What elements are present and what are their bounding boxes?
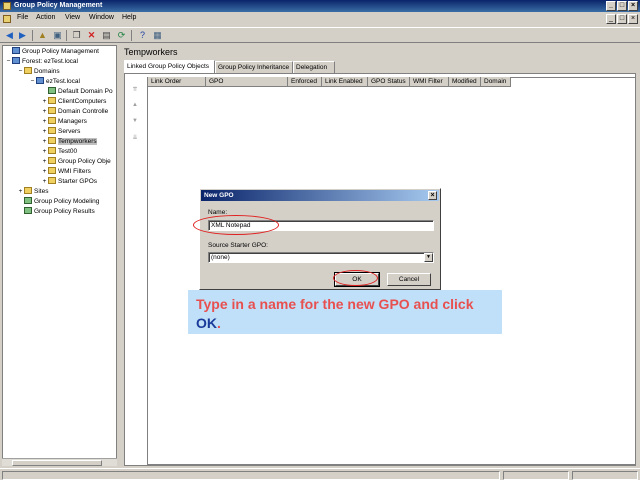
chevron-down-icon[interactable]: ▼	[424, 253, 433, 262]
modeling-icon	[24, 197, 32, 204]
show-hide-tree-icon[interactable]: ▣	[52, 30, 63, 41]
col-domain[interactable]: Domain	[481, 77, 511, 87]
tab-linked-gpos[interactable]: Linked Group Policy Objects	[124, 60, 215, 73]
mdi-restore-button[interactable]: □	[617, 14, 627, 24]
toolbar: ◀ ▶ ▲ ▣ ❐ ✕ ▤ ⟳ ? ▦	[0, 27, 640, 43]
folder-icon	[48, 157, 56, 164]
menu-view[interactable]: View	[65, 14, 80, 21]
status-panel-2	[503, 471, 569, 480]
properties-icon[interactable]: ▤	[101, 30, 112, 41]
tree-node-sites[interactable]: + Sites	[17, 187, 48, 197]
menu-help[interactable]: Help	[122, 14, 136, 21]
back-arrow-icon[interactable]: ◀	[4, 30, 15, 41]
menu-window[interactable]: Window	[89, 14, 114, 21]
tree-node-managers[interactable]: + Managers	[41, 117, 87, 127]
col-gpo[interactable]: GPO	[206, 77, 288, 87]
gpm-app-icon	[3, 2, 11, 10]
forward-arrow-icon[interactable]: ▶	[17, 30, 28, 41]
window-title-bar: Group Policy Management _ □ ×	[0, 0, 640, 12]
tab-delegation[interactable]: Delegation	[293, 61, 335, 73]
status-bar	[0, 468, 640, 480]
menu-bar: File Action View Window Help _ □ ×	[0, 12, 640, 26]
sites-icon	[24, 187, 32, 194]
tree-node-starter-gpos[interactable]: + Starter GPOs	[41, 177, 97, 187]
domain-icon	[36, 77, 44, 84]
ou-folder-icon	[48, 107, 56, 114]
col-wmi-filter[interactable]: WMI Filter	[410, 77, 449, 87]
highlight-oval-name	[193, 215, 279, 235]
menu-action[interactable]: Action	[36, 14, 55, 21]
new-gpo-dialog: New GPO × Name: Source Starter GPO: (non…	[199, 188, 441, 290]
tree-node-wmi-filters[interactable]: + WMI Filters	[41, 167, 91, 177]
help-icon[interactable]: ?	[137, 30, 148, 41]
console-tree[interactable]: Group Policy Management − Forest: ezTest.…	[2, 45, 117, 466]
tree-node-gp-results[interactable]: Group Policy Results	[17, 207, 95, 217]
console-icon[interactable]: ▦	[152, 30, 163, 41]
tree-node-forest[interactable]: − Forest: ezTest.local	[5, 57, 78, 67]
gpm-icon	[12, 47, 20, 54]
tree-node-domain-controllers[interactable]: + Domain Controlle	[41, 107, 108, 117]
ou-folder-icon	[48, 137, 56, 144]
tree-node-group-policy-objects[interactable]: + Group Policy Obje	[41, 157, 111, 167]
col-modified[interactable]: Modified	[449, 77, 481, 87]
scrollbar-thumb[interactable]	[12, 460, 102, 466]
minimize-button[interactable]: _	[606, 1, 616, 11]
copy-icon[interactable]: ❐	[71, 30, 82, 41]
tab-gp-inheritance[interactable]: Group Policy Inheritance	[215, 61, 293, 73]
tree-node-servers[interactable]: + Servers	[41, 127, 80, 137]
dialog-close-button[interactable]: ×	[428, 191, 437, 200]
tree-horizontal-scrollbar[interactable]	[2, 458, 117, 466]
tree-node-test00[interactable]: + Test00	[41, 147, 77, 157]
mdi-close-button[interactable]: ×	[628, 14, 638, 24]
window-title: Group Policy Management	[14, 2, 103, 9]
callout-highlight: OK	[196, 315, 217, 331]
folder-icon	[48, 177, 56, 184]
ou-folder-icon	[48, 97, 56, 104]
tree-node-default-domain-policy[interactable]: Default Domain Po	[41, 87, 113, 97]
col-gpo-status[interactable]: GPO Status	[368, 77, 410, 87]
gpo-link-icon	[48, 87, 56, 94]
maximize-button[interactable]: □	[617, 1, 627, 11]
move-up-icon[interactable]: ▲	[130, 102, 140, 112]
ou-heading: Tempworkers	[124, 47, 178, 57]
menu-file[interactable]: File	[17, 14, 28, 21]
status-panel-main	[2, 471, 500, 480]
tree-node-gpm[interactable]: Group Policy Management	[5, 47, 99, 57]
col-enforced[interactable]: Enforced	[288, 77, 322, 87]
mdi-minimize-button[interactable]: _	[606, 14, 616, 24]
callout-text: Type in a name for the new GPO and click	[196, 296, 474, 312]
close-button[interactable]: ×	[628, 1, 638, 11]
folder-icon	[24, 67, 32, 74]
instruction-callout: Type in a name for the new GPO and click…	[188, 290, 502, 334]
callout-text-end: .	[217, 315, 221, 331]
dialog-title-bar: New GPO ×	[201, 190, 439, 201]
up-folder-icon[interactable]: ▲	[37, 30, 48, 41]
tree-node-tempworkers[interactable]: + Tempworkers	[41, 137, 97, 147]
results-icon	[24, 207, 32, 214]
starter-selected-value: (none)	[211, 254, 230, 261]
ou-folder-icon	[48, 117, 56, 124]
delete-icon[interactable]: ✕	[86, 30, 97, 41]
forest-icon	[12, 57, 20, 64]
tree-node-domain-eztest[interactable]: − ezTest.local	[29, 77, 80, 87]
col-link-enabled[interactable]: Link Enabled	[322, 77, 368, 87]
tree-node-gp-modeling[interactable]: Group Policy Modeling	[17, 197, 99, 207]
cancel-button[interactable]: Cancel	[387, 273, 431, 286]
tree-node-clientcomputers[interactable]: + ClientComputers	[41, 97, 106, 107]
move-down-icon[interactable]: ▼	[130, 118, 140, 128]
status-panel-3	[572, 471, 638, 480]
refresh-icon[interactable]: ⟳	[116, 30, 127, 41]
source-starter-select[interactable]: (none) ▼	[208, 252, 434, 263]
mdi-window-icon[interactable]	[3, 15, 11, 23]
tree-node-domains[interactable]: − Domains	[17, 67, 60, 77]
source-starter-label: Source Starter GPO:	[208, 242, 268, 249]
move-top-icon[interactable]: ⇈	[130, 86, 140, 96]
dialog-title: New GPO	[204, 192, 234, 199]
ou-folder-icon	[48, 127, 56, 134]
folder-icon	[48, 167, 56, 174]
move-bottom-icon[interactable]: ⇊	[130, 134, 140, 144]
highlight-oval-ok	[333, 270, 378, 286]
col-link-order[interactable]: Link Order	[148, 77, 206, 87]
ou-folder-icon	[48, 147, 56, 154]
